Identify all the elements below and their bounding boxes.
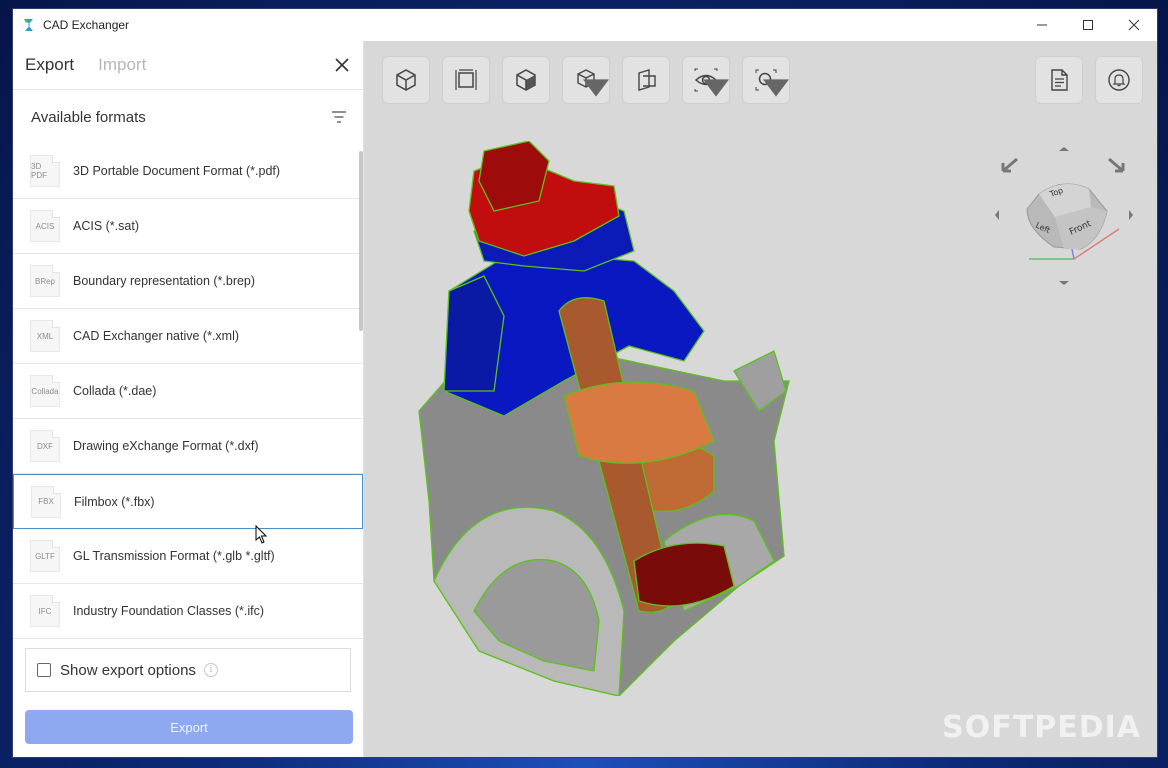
shaded-cube-icon (516, 69, 536, 91)
shaded-view-button[interactable] (502, 56, 550, 104)
valve-3d-model (418, 141, 790, 696)
show-options-label[interactable]: Show export options (60, 662, 196, 679)
minimize-icon (1037, 24, 1047, 26)
fit-view-button[interactable] (382, 56, 430, 104)
list-item[interactable]: DXF Drawing eXchange Format (*.dxf) (13, 419, 363, 474)
list-scrollbar[interactable] (359, 151, 363, 331)
export-options-toggle: Show export options i (25, 648, 351, 692)
notifications-button[interactable] (1095, 56, 1143, 104)
rotate-left-icon[interactable] (995, 210, 999, 220)
window-title: CAD Exchanger (43, 18, 130, 32)
tab-import[interactable]: Import (98, 55, 146, 75)
list-item[interactable]: XML CAD Exchanger native (*.xml) (13, 309, 363, 364)
minimize-button[interactable] (1019, 9, 1065, 41)
format-label: Filmbox (*.fbx) (74, 494, 155, 509)
file-icon: GLTF (30, 540, 60, 572)
visibility-button[interactable] (682, 56, 730, 104)
format-label: 3D Portable Document Format (*.pdf) (73, 164, 281, 178)
section-view-button[interactable] (622, 56, 670, 104)
list-item[interactable]: ACIS ACIS (*.sat) (13, 199, 363, 254)
app-window: CAD Exchanger Export Import Available fo… (12, 8, 1158, 758)
format-label: GL Transmission Format (*.glb *.gltf) (73, 549, 275, 563)
rotate-right-icon[interactable] (1129, 210, 1133, 220)
rotate-down-icon[interactable] (1059, 281, 1069, 285)
close-window-button[interactable] (1111, 9, 1157, 41)
chevron-down-icon (583, 79, 609, 97)
rotate-up-icon[interactable] (1059, 147, 1069, 151)
measure-button[interactable] (442, 56, 490, 104)
show-options-checkbox[interactable] (37, 663, 51, 677)
watermark: SOFTPEDIA (942, 710, 1141, 745)
chevron-down-icon (703, 79, 729, 97)
maximize-icon (1083, 20, 1093, 30)
file-icon: XML (30, 320, 60, 352)
list-item[interactable]: BRep Boundary representation (*.brep) (13, 254, 363, 309)
title-bar: CAD Exchanger (13, 9, 1157, 41)
mouse-cursor-icon (255, 525, 268, 544)
file-icon: BRep (30, 265, 60, 297)
maximize-button[interactable] (1065, 9, 1111, 41)
formats-title: Available formats (31, 108, 146, 126)
list-item[interactable]: FBX Filmbox (*.fbx) (13, 474, 363, 529)
section-plane-icon (638, 69, 656, 91)
format-label: Collada (*.dae) (73, 384, 157, 398)
cube-frame-icon (396, 69, 416, 91)
info-icon[interactable]: i (203, 663, 218, 677)
format-label: ACIS (*.sat) (73, 219, 139, 233)
list-item[interactable]: Collada Collada (*.dae) (13, 364, 363, 419)
navigation-cube[interactable]: Top Front Left (989, 139, 1139, 289)
close-panel-icon[interactable] (333, 56, 351, 74)
formats-list: 3D PDF 3D Portable Document Format (*.pd… (13, 144, 363, 644)
document-icon (1051, 69, 1068, 91)
format-label: Boundary representation (*.brep) (73, 274, 256, 288)
measure-icon (455, 69, 477, 90)
3d-viewport[interactable]: Top Front Left SOFTPEDIA (255, 41, 1157, 757)
bell-icon (1108, 69, 1130, 91)
display-mode-button[interactable] (562, 56, 610, 104)
zoom-button[interactable] (742, 56, 790, 104)
format-label: CAD Exchanger native (*.xml) (73, 329, 240, 343)
tab-export[interactable]: Export (25, 55, 74, 75)
export-button[interactable]: Export (25, 710, 353, 744)
list-item[interactable]: 3D PDF 3D Portable Document Format (*.pd… (13, 144, 363, 199)
properties-button[interactable] (1035, 56, 1083, 104)
file-icon: FBX (31, 485, 61, 518)
file-icon: IFC (30, 595, 60, 627)
roll-right-icon[interactable] (1108, 157, 1125, 173)
filter-icon[interactable] (331, 110, 347, 124)
file-icon: Collada (30, 375, 60, 407)
formats-header: Available formats (13, 90, 363, 144)
close-icon (1128, 19, 1140, 31)
list-item[interactable]: GLTF GL Transmission Format (*.glb *.glt… (13, 529, 363, 584)
list-item[interactable]: IFC Industry Foundation Classes (*.ifc) (13, 584, 363, 639)
file-icon: DXF (30, 430, 60, 462)
format-label: Drawing eXchange Format (*.dxf) (73, 439, 259, 453)
cad-exchanger-logo-icon (24, 19, 33, 31)
panel-tabs: Export Import (13, 41, 363, 90)
format-label: Industry Foundation Classes (*.ifc) (73, 604, 265, 618)
file-icon: 3D PDF (30, 155, 60, 187)
export-panel: Export Import Available formats 3D PDF 3… (13, 41, 364, 757)
roll-left-icon[interactable] (1001, 157, 1018, 173)
chevron-down-icon (763, 79, 789, 97)
file-icon: ACIS (30, 210, 60, 242)
